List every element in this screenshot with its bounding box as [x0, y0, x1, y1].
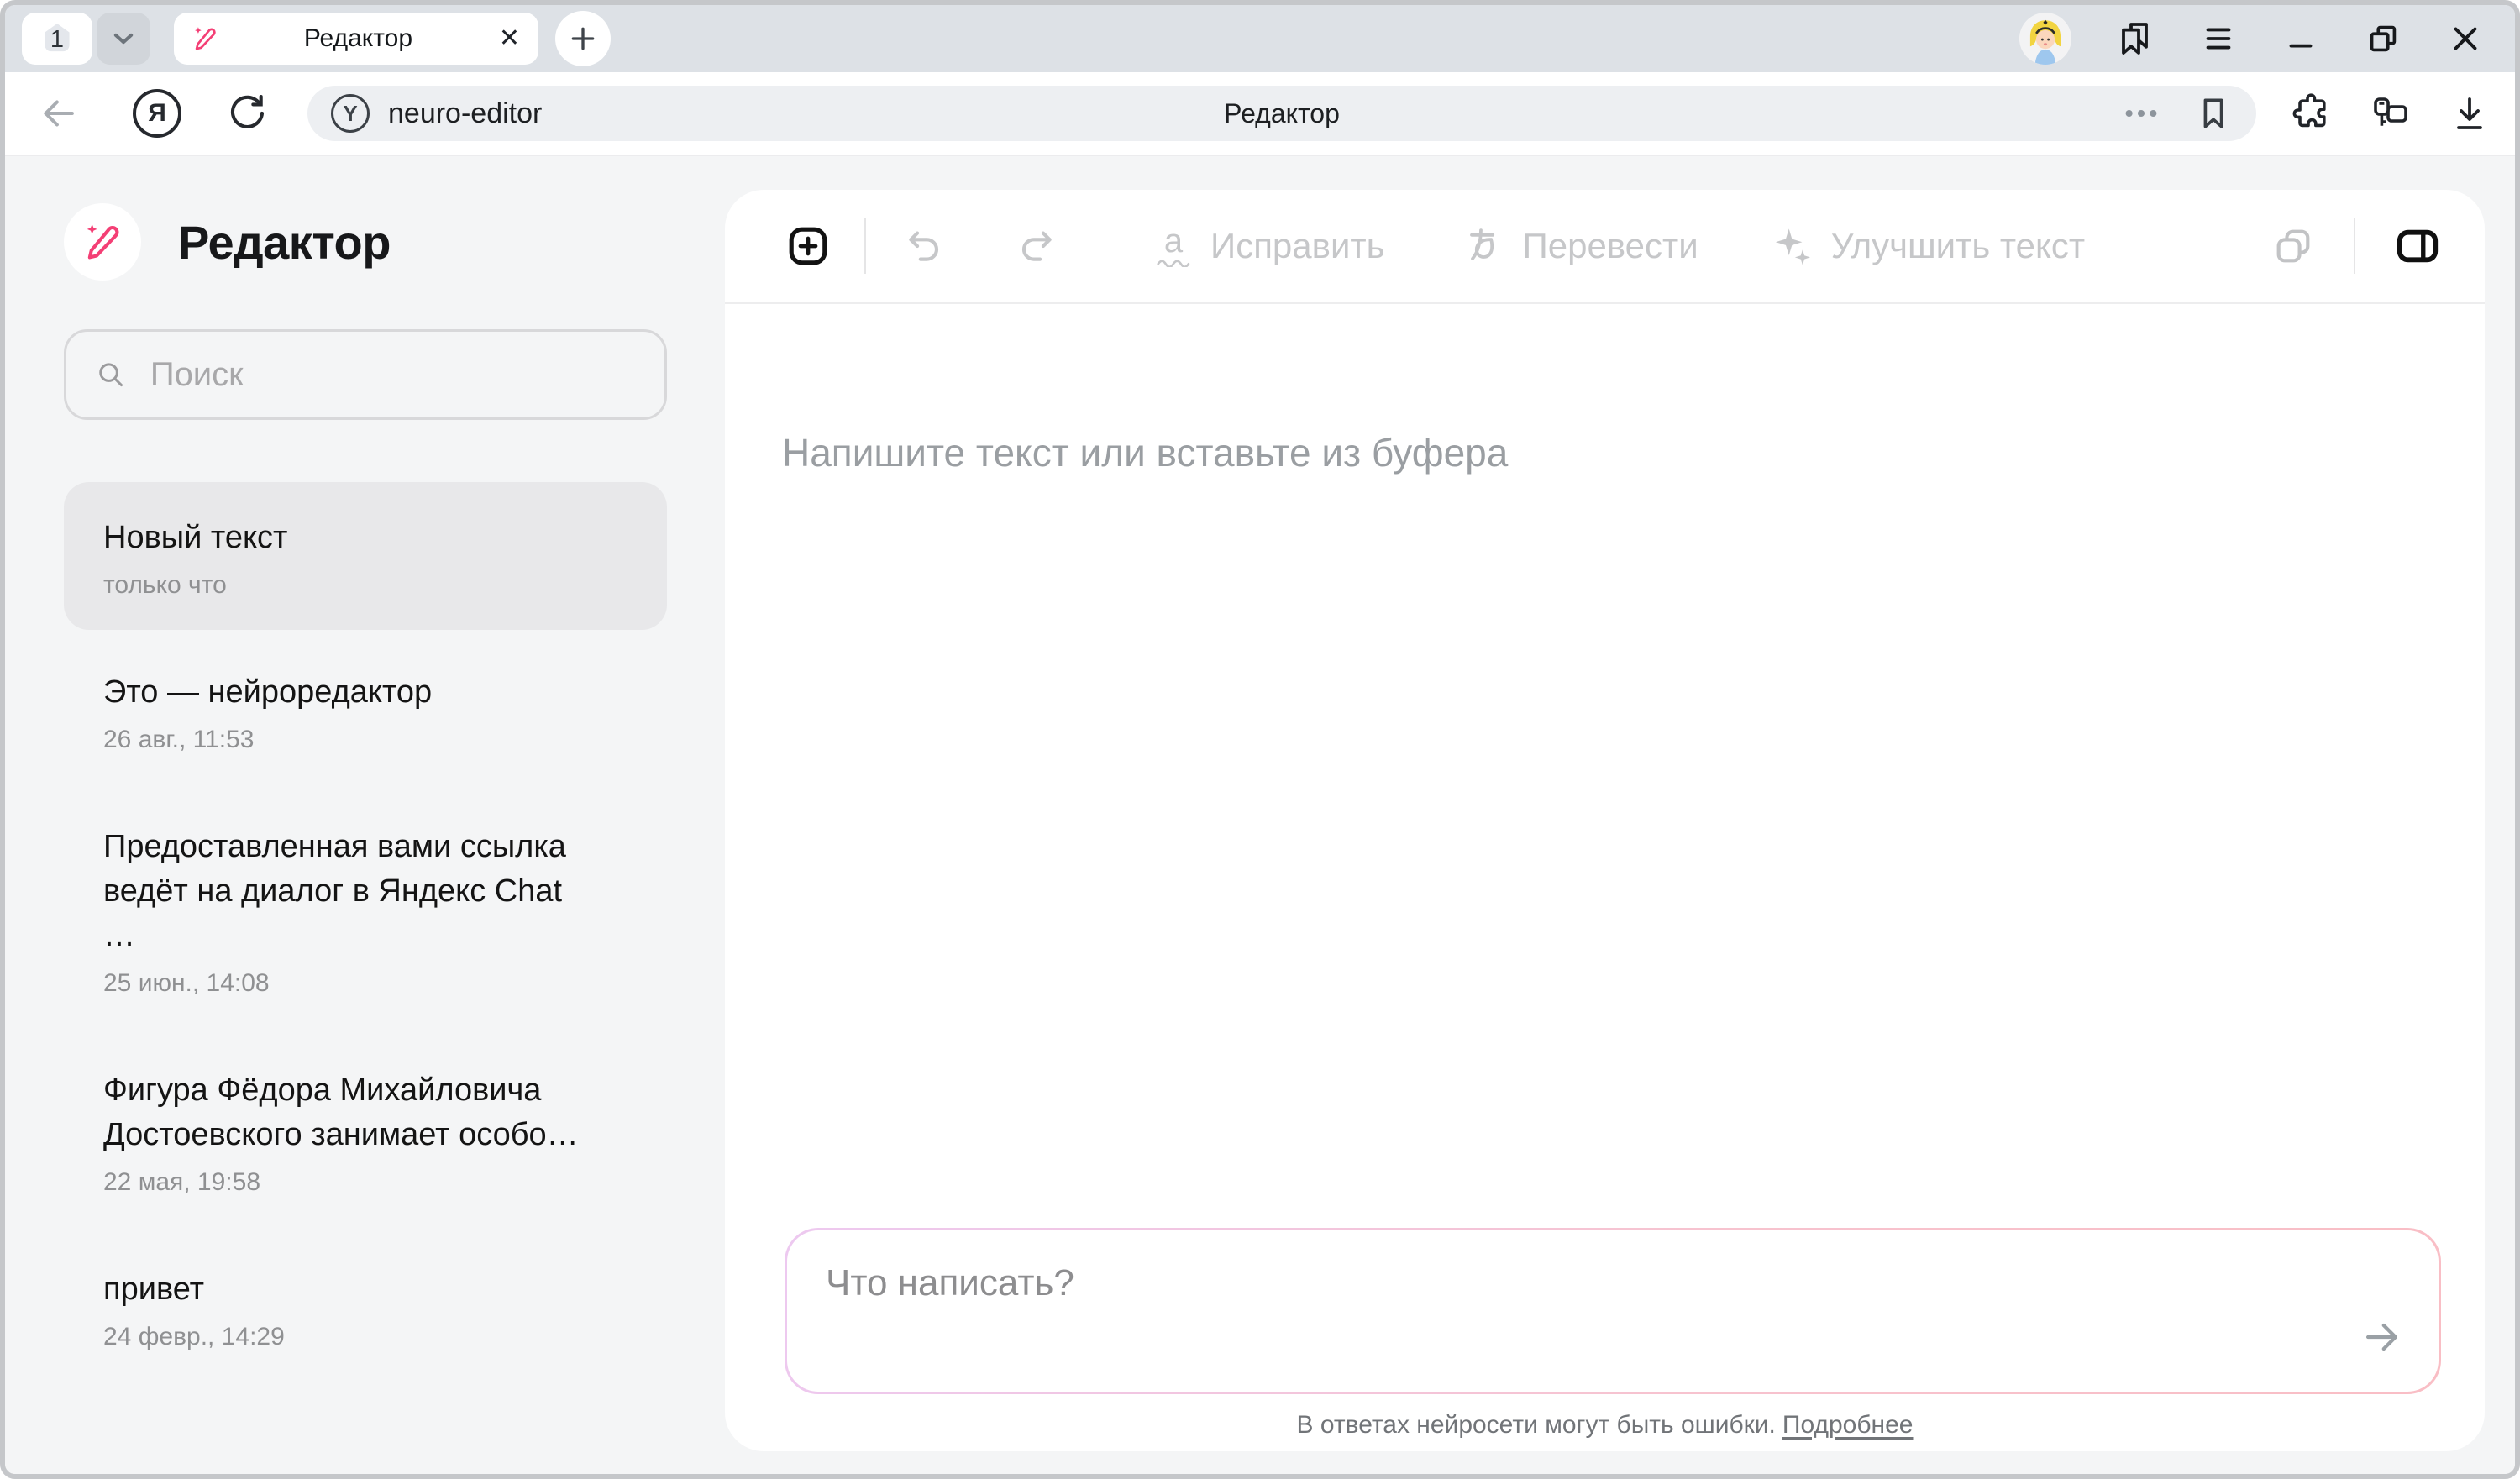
- editor-card: а Исправить Перевести Улучшить текст: [725, 190, 2485, 1451]
- bookmark-icon[interactable]: [2194, 94, 2233, 133]
- app-logo: [64, 203, 141, 281]
- fix-label: Исправить: [1210, 226, 1385, 266]
- document-title: Предоставленная вами ссылка ведёт на диа…: [103, 825, 595, 958]
- app-title: Редактор: [178, 215, 391, 270]
- minimize-icon[interactable]: [2281, 19, 2320, 58]
- sparkles-icon: [1771, 224, 1814, 268]
- tab-title: Редактор: [219, 24, 497, 53]
- tab-editor[interactable]: Редактор ✕: [174, 13, 538, 65]
- document-date: 25 июн., 14:08: [103, 969, 627, 998]
- document-title: привет: [103, 1267, 595, 1312]
- improve-text-button[interactable]: Улучшить текст: [1771, 224, 2085, 268]
- chevron-down-icon: [107, 22, 140, 55]
- url-bar[interactable]: Y neuro-editor Редактор: [307, 86, 2256, 141]
- toolbar-divider: [2354, 218, 2355, 274]
- tab-strip: 1 Редактор ✕: [5, 5, 2515, 72]
- page-content: Редактор Новый текст только что Это — не…: [5, 156, 2515, 1474]
- tab-list-dropdown-button[interactable]: [97, 13, 150, 65]
- avatar[interactable]: [2019, 13, 2071, 65]
- sidebar: Редактор Новый текст только что Это — не…: [5, 156, 725, 1474]
- toolbar-divider: [864, 218, 866, 274]
- editor-toolbar: а Исправить Перевести Улучшить текст: [725, 190, 2485, 304]
- url-text[interactable]: neuro-editor: [388, 97, 542, 130]
- fix-text-icon: а: [1157, 226, 1190, 267]
- url-bar-actions: [2122, 94, 2233, 133]
- search-icon: [95, 357, 127, 392]
- prompt-box: [785, 1228, 2441, 1394]
- undo-icon[interactable]: [903, 225, 945, 267]
- disclaimer-link[interactable]: Подробнее: [1782, 1411, 1914, 1439]
- document-date: 26 авг., 11:53: [103, 726, 627, 754]
- add-document-icon[interactable]: [785, 223, 831, 269]
- send-arrow-icon[interactable]: [2360, 1314, 2405, 1360]
- panel-toggle-icon[interactable]: [2394, 223, 2441, 270]
- site-favicon: Y: [331, 94, 370, 133]
- disclaimer-text: В ответах нейросети могут быть ошибки.: [1296, 1411, 1775, 1439]
- redo-icon[interactable]: [1016, 225, 1058, 267]
- translate-label: Перевести: [1523, 226, 1698, 266]
- tab-group-shield-icon: 1: [38, 19, 76, 58]
- magic-pencil-icon: [81, 220, 124, 264]
- window-controls: [2019, 13, 2498, 65]
- yandex-home-button[interactable]: Я: [133, 89, 181, 138]
- translate-icon: [1462, 226, 1503, 266]
- document-title: Фигура Фёдора Михайловича Достоевского з…: [103, 1068, 595, 1157]
- editor-placeholder[interactable]: Напишите текст или вставьте из буфера: [782, 430, 2485, 475]
- download-icon[interactable]: [2449, 93, 2490, 134]
- document-list-item[interactable]: Предоставленная вами ссылка ведёт на диа…: [64, 791, 667, 1028]
- translate-button[interactable]: Перевести: [1462, 226, 1698, 266]
- new-tab-button[interactable]: [555, 11, 611, 66]
- page-title: Редактор: [1224, 98, 1340, 129]
- ellipsis-icon[interactable]: [2122, 94, 2160, 133]
- bookmarks-icon[interactable]: [2115, 18, 2155, 59]
- document-list: Новый текст только что Это — нейроредакт…: [64, 482, 667, 1382]
- back-icon[interactable]: [35, 91, 81, 136]
- extensions-puzzle-icon[interactable]: [2292, 93, 2332, 134]
- ai-disclaimer: В ответах нейросети могут быть ошибки.По…: [725, 1411, 2485, 1440]
- address-bar: Я Y neuro-editor Редактор: [5, 72, 2515, 156]
- search-input[interactable]: [149, 355, 636, 395]
- close-icon[interactable]: [2446, 19, 2485, 58]
- copy-icon[interactable]: [2271, 224, 2315, 268]
- reload-icon[interactable]: [225, 92, 269, 135]
- document-list-item[interactable]: Фигура Фёдора Михайловича Достоевского з…: [64, 1035, 667, 1227]
- menu-icon[interactable]: [2199, 19, 2238, 58]
- document-date: только что: [103, 571, 627, 600]
- tab-counter-button[interactable]: 1: [22, 13, 92, 65]
- restore-icon[interactable]: [2364, 19, 2402, 58]
- app-header: Редактор: [64, 203, 725, 281]
- document-date: 22 мая, 19:58: [103, 1168, 627, 1197]
- prompt-input[interactable]: [787, 1230, 2439, 1392]
- document-list-item[interactable]: привет 24 февр., 14:29: [64, 1234, 667, 1382]
- document-title: Новый текст: [103, 516, 595, 560]
- improve-label: Улучшить текст: [1831, 226, 2085, 266]
- document-list-item[interactable]: Новый текст только что: [64, 482, 667, 630]
- plus-icon: [566, 22, 600, 55]
- search-box[interactable]: [64, 329, 667, 420]
- browser-action-icons: [2292, 93, 2493, 134]
- password-key-icon[interactable]: [2370, 93, 2411, 134]
- fix-button[interactable]: а Исправить: [1157, 226, 1385, 267]
- browser-window: 1 Редактор ✕: [0, 0, 2520, 1479]
- document-title: Это — нейроредактор: [103, 670, 595, 715]
- document-list-item[interactable]: Это — нейроредактор 26 авг., 11:53: [64, 637, 667, 784]
- tab-close-button[interactable]: ✕: [497, 26, 522, 51]
- document-date: 24 февр., 14:29: [103, 1323, 627, 1351]
- tab-count: 1: [38, 19, 76, 58]
- magic-pencil-favicon: [191, 24, 219, 53]
